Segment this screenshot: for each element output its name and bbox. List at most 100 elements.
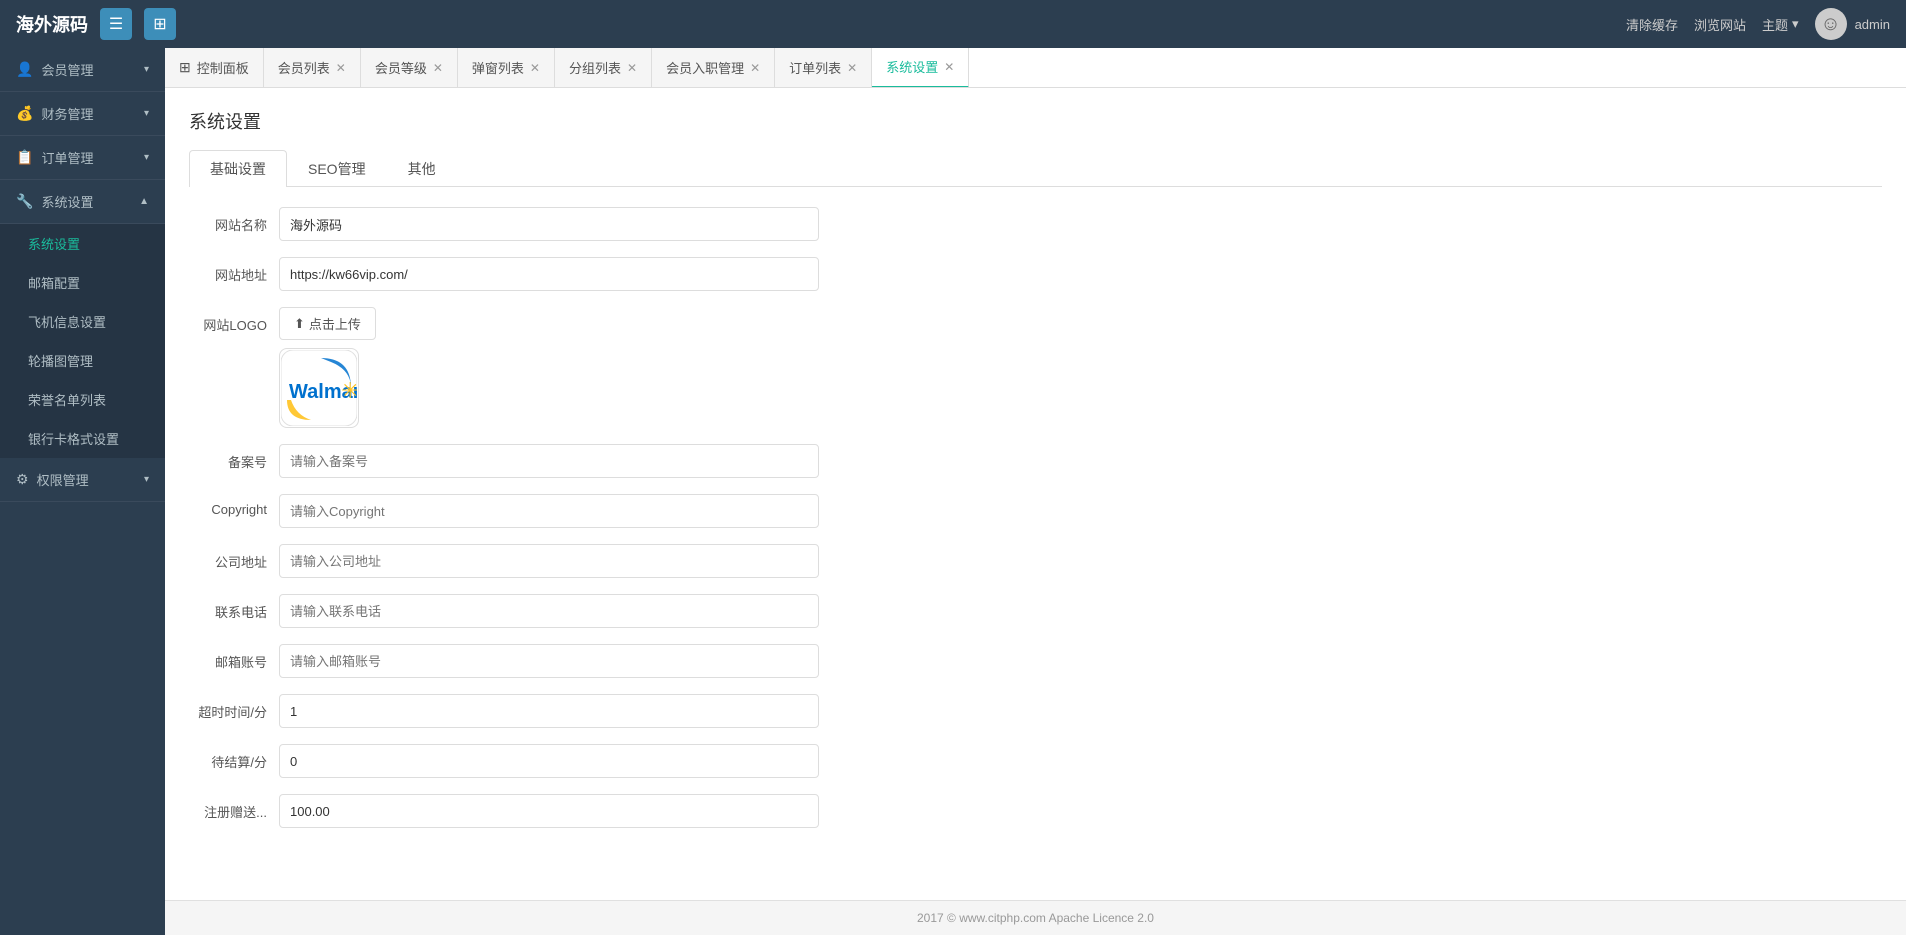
sidebar-sub-item-email-config[interactable]: 邮箱配置	[0, 263, 165, 302]
email-control	[279, 644, 819, 678]
svg-text:✳: ✳	[341, 378, 357, 403]
group-list-tab-label: 分组列表	[569, 58, 621, 77]
sidebar-item-system[interactable]: 🔧 系统设置 ▲	[0, 180, 165, 224]
record-label: 备案号	[189, 444, 279, 471]
site-url-input[interactable]	[279, 257, 819, 291]
logo-preview: Walmart ✳	[279, 348, 359, 428]
email-input[interactable]	[279, 644, 819, 678]
tab-popup-list[interactable]: 弹窗列表 ✕	[458, 48, 555, 88]
member-list-tab-close[interactable]: ✕	[336, 62, 346, 74]
contact-phone-control	[279, 594, 819, 628]
upload-icon: ⬆	[294, 316, 305, 332]
dashboard-tab-label: 控制面板	[197, 58, 249, 77]
tab-dashboard[interactable]: ⊞ 控制面板	[165, 48, 264, 88]
contact-phone-label: 联系电话	[189, 594, 279, 621]
browse-site-button[interactable]: 浏览网站	[1694, 15, 1746, 34]
sub-tab-seo[interactable]: SEO管理	[287, 150, 387, 187]
record-input[interactable]	[279, 444, 819, 478]
pending-input[interactable]	[279, 744, 819, 778]
sidebar-item-member[interactable]: 👤 会员管理 ▾	[0, 48, 165, 92]
page-content: 系统设置 基础设置 SEO管理 其他 网站名称	[165, 88, 1906, 900]
grid-toggle-button[interactable]: ⊞	[144, 8, 176, 40]
copyright-row: Copyright	[189, 494, 1882, 528]
tab-group-list[interactable]: 分组列表 ✕	[555, 48, 652, 88]
system-icon: 🔧	[16, 193, 33, 210]
page-title: 系统设置	[189, 108, 1882, 134]
site-logo-label: 网站LOGO	[189, 307, 279, 334]
site-url-row: 网站地址	[189, 257, 1882, 291]
clear-cache-button[interactable]: 清除缓存	[1626, 15, 1678, 34]
pending-label: 待结算/分	[189, 744, 279, 771]
member-onboard-tab-label: 会员入职管理	[666, 58, 744, 77]
popup-list-tab-close[interactable]: ✕	[530, 62, 540, 74]
app-title: 海外源码	[16, 11, 88, 37]
order-list-tab-label: 订单列表	[789, 58, 841, 77]
tab-member-onboard[interactable]: 会员入职管理 ✕	[652, 48, 775, 88]
record-row: 备案号	[189, 444, 1882, 478]
member-level-tab-label: 会员等级	[375, 58, 427, 77]
site-name-input[interactable]	[279, 207, 819, 241]
theme-arrow-icon: ▾	[1792, 16, 1799, 32]
sidebar-item-finance[interactable]: 💰 财务管理 ▾	[0, 92, 165, 136]
finance-icon: 💰	[16, 105, 33, 122]
company-addr-input[interactable]	[279, 544, 819, 578]
company-addr-row: 公司地址	[189, 544, 1882, 578]
company-addr-control	[279, 544, 819, 578]
sidebar-sub-item-honor-list[interactable]: 荣誉名单列表	[0, 380, 165, 419]
sidebar-sub-item-bank-format[interactable]: 银行卡格式设置	[0, 419, 165, 458]
copyright-input[interactable]	[279, 494, 819, 528]
order-list-tab-close[interactable]: ✕	[847, 62, 857, 74]
timeout-row: 超时时间/分	[189, 694, 1882, 728]
header-right: 清除缓存 浏览网站 主题 ▾ ☺ admin	[1626, 8, 1890, 40]
sys-settings-tab-close[interactable]: ✕	[944, 61, 954, 73]
popup-list-tab-label: 弹窗列表	[472, 58, 524, 77]
sidebar-item-permission[interactable]: ⚙ 权限管理 ▾	[0, 458, 165, 502]
site-name-label: 网站名称	[189, 207, 279, 234]
sub-tab-basic[interactable]: 基础设置	[189, 150, 287, 187]
order-arrow-icon: ▾	[144, 152, 149, 163]
sub-tabs: 基础设置 SEO管理 其他	[189, 150, 1882, 187]
sidebar-sub-item-flight-info[interactable]: 飞机信息设置	[0, 302, 165, 341]
admin-area[interactable]: ☺ admin	[1815, 8, 1890, 40]
member-arrow-icon: ▾	[144, 64, 149, 75]
register-gift-row: 注册赠送...	[189, 794, 1882, 828]
sub-tab-other[interactable]: 其他	[387, 150, 457, 187]
member-onboard-tab-close[interactable]: ✕	[750, 62, 760, 74]
pending-row: 待结算/分	[189, 744, 1882, 778]
member-level-tab-close[interactable]: ✕	[433, 62, 443, 74]
sidebar-sub-item-carousel[interactable]: 轮播图管理	[0, 341, 165, 380]
site-url-control	[279, 257, 819, 291]
contact-phone-input[interactable]	[279, 594, 819, 628]
sidebar-item-order[interactable]: 📋 订单管理 ▾	[0, 136, 165, 180]
sidebar-sub-item-sys-settings[interactable]: 系统设置	[0, 224, 165, 263]
upload-button[interactable]: ⬆ 点击上传	[279, 307, 376, 340]
theme-button[interactable]: 主题 ▾	[1762, 15, 1799, 34]
member-list-tab-label: 会员列表	[278, 58, 330, 77]
carousel-label: 轮播图管理	[28, 351, 93, 370]
timeout-input[interactable]	[279, 694, 819, 728]
email-label: 邮箱账号	[189, 644, 279, 671]
sub-tab-basic-label: 基础设置	[210, 161, 266, 177]
member-icon: 👤	[16, 61, 33, 78]
copyright-label: Copyright	[189, 494, 279, 517]
tab-sys-settings[interactable]: 系统设置 ✕	[872, 48, 969, 88]
tab-member-list[interactable]: 会员列表 ✕	[264, 48, 361, 88]
group-list-tab-close[interactable]: ✕	[627, 62, 637, 74]
menu-toggle-button[interactable]: ☰	[100, 8, 132, 40]
tab-order-list[interactable]: 订单列表 ✕	[775, 48, 872, 88]
sys-settings-tab-label: 系统设置	[886, 57, 938, 76]
top-header: 海外源码 ☰ ⊞ 清除缓存 浏览网站 主题 ▾ ☺ admin	[0, 0, 1906, 48]
register-gift-input[interactable]	[279, 794, 819, 828]
company-addr-label: 公司地址	[189, 544, 279, 571]
tab-member-level[interactable]: 会员等级 ✕	[361, 48, 458, 88]
site-logo-control: ⬆ 点击上传 Walmart ✳	[279, 307, 819, 428]
sub-tab-seo-label: SEO管理	[308, 161, 366, 177]
email-config-label: 邮箱配置	[28, 273, 80, 292]
sidebar-finance-label: 财务管理	[41, 104, 144, 123]
theme-label: 主题	[1762, 15, 1788, 34]
pending-control	[279, 744, 819, 778]
page-footer: 2017 © www.citphp.com Apache Licence 2.0	[165, 900, 1906, 935]
copyright-control	[279, 494, 819, 528]
sidebar-system-label: 系统设置	[41, 192, 139, 211]
honor-list-label: 荣誉名单列表	[28, 390, 106, 409]
